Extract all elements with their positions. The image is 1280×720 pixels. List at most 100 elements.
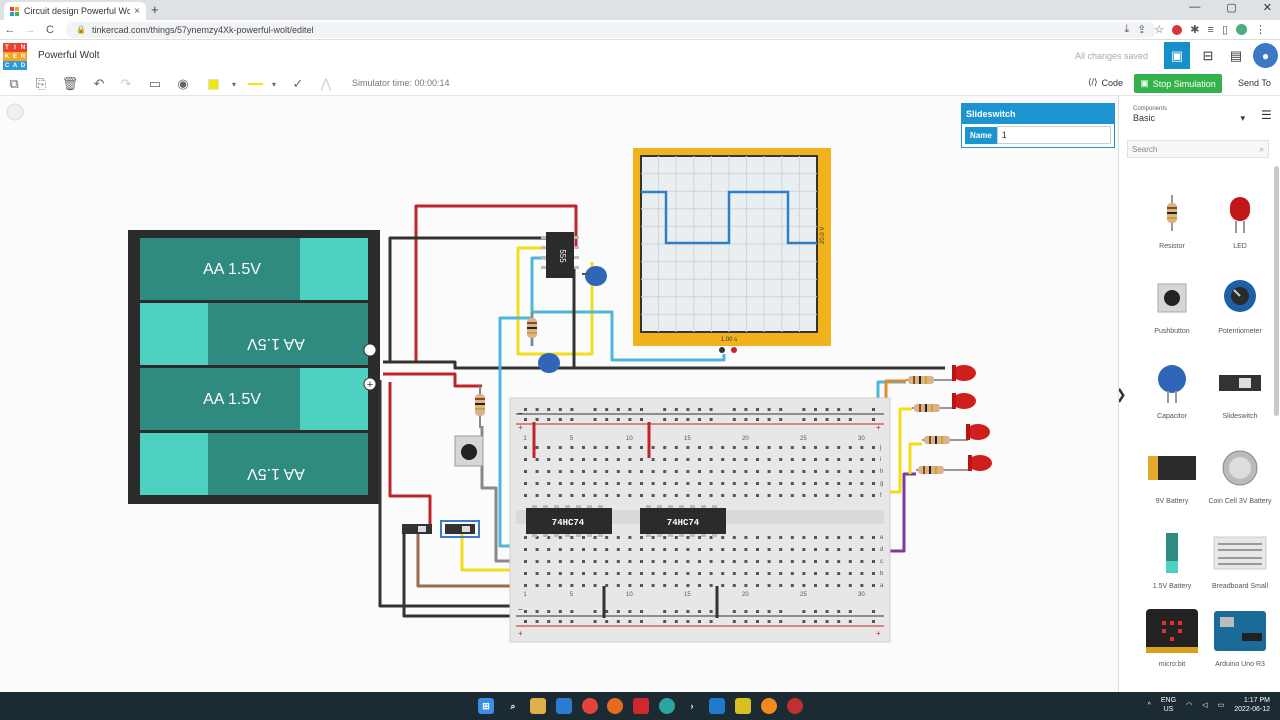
wire-red-switch[interactable] — [388, 382, 432, 524]
led-2[interactable] — [912, 393, 976, 412]
forward-button[interactable]: → — [20, 24, 40, 36]
component-list-button[interactable]: ▤ — [1223, 42, 1249, 69]
slideswitch-1[interactable] — [402, 524, 432, 534]
schematic-view-button[interactable]: ⊟ — [1195, 42, 1221, 69]
name-input[interactable]: 1 — [996, 126, 1111, 144]
zoom-fit-icon[interactable] — [6, 103, 24, 121]
component-pushbutton[interactable]: Pushbutton — [1137, 269, 1207, 336]
component-coin-cell[interactable]: Coin Cell 3V Battery — [1205, 439, 1275, 506]
battery-cell-3[interactable]: AA 1.5V — [140, 368, 368, 430]
list-view-icon[interactable]: ☰ — [1261, 108, 1272, 122]
flipflop-chip-1[interactable]: 74HC74 — [526, 505, 612, 537]
component-battery-aa[interactable]: 1.5V Battery — [1137, 524, 1207, 591]
wire-color-swatch[interactable] — [208, 79, 219, 90]
wifi-icon[interactable]: ◠ — [1186, 701, 1192, 709]
capacitor-1[interactable] — [582, 266, 607, 286]
resistor-pot[interactable] — [475, 386, 485, 428]
project-name[interactable]: Powerful Wolt — [38, 50, 100, 61]
component-potentiometer[interactable]: Potentiometer — [1205, 269, 1275, 336]
reading-list-icon[interactable]: ≡ — [1208, 24, 1214, 36]
language-indicator[interactable]: ENG US — [1161, 696, 1176, 714]
app-camera-icon[interactable] — [787, 698, 803, 714]
stop-simulation-button[interactable]: ▣ Stop Simulation — [1134, 74, 1222, 93]
download-icon[interactable]: ⤓ — [1124, 23, 1129, 36]
maximize-button[interactable]: ▢ — [1226, 1, 1236, 14]
url-field[interactable]: 🔒 tinkercad.com/things/57ynemzy4Xk-power… — [66, 21, 1156, 38]
extensions-puzzle-icon[interactable]: ✱ — [1190, 23, 1199, 36]
wire-black-ground-bus[interactable] — [383, 360, 945, 370]
component-microbit[interactable]: micro:bit — [1137, 602, 1207, 669]
app-yellow-icon[interactable] — [735, 698, 751, 714]
circuit-view-button[interactable]: ▣ — [1164, 42, 1190, 69]
tinkercad-logo[interactable]: TINKERCAD — [3, 43, 27, 70]
tab-close-icon[interactable]: × — [134, 6, 140, 17]
timer-555-chip[interactable]: 555 — [541, 232, 579, 278]
component-led[interactable]: LED — [1205, 184, 1275, 251]
visibility-icon[interactable]: ◉ — [175, 76, 191, 92]
flipflop-chip-2[interactable]: 74HC74 — [640, 505, 726, 537]
user-avatar[interactable]: ● — [1253, 43, 1278, 68]
battery-cell-4[interactable]: AA 1.5V — [140, 433, 368, 495]
clock[interactable]: 1:17 PM 2022-06-12 — [1234, 696, 1270, 714]
component-arduino[interactable]: Arduino Uno R3 — [1205, 602, 1275, 669]
notes-icon[interactable]: ▭ — [147, 76, 163, 92]
category-dropdown[interactable]: Basic ▾ — [1133, 113, 1245, 124]
new-tab-button[interactable]: + — [151, 2, 159, 17]
component-capacitor[interactable]: Capacitor — [1137, 354, 1207, 421]
battery-icon[interactable]: ▭ — [1218, 701, 1225, 709]
firefox-icon[interactable] — [607, 698, 623, 714]
battery-pack[interactable]: AA 1.5V AA 1.5V AA 1.5V AA 1.5V + — [128, 230, 380, 504]
led-3[interactable] — [922, 424, 990, 444]
search-input[interactable]: Search ⌕ — [1127, 140, 1269, 158]
menu-icon[interactable]: ⋮ — [1255, 23, 1266, 36]
pushbutton[interactable] — [454, 435, 484, 467]
component-resistor[interactable]: Resistor — [1137, 184, 1207, 251]
wire-red-positive[interactable] — [383, 372, 482, 388]
start-icon[interactable]: ⊞ — [478, 698, 494, 714]
battery-negative-terminal[interactable] — [363, 343, 377, 357]
wire-dropdown-icon[interactable]: ▾ — [266, 76, 282, 92]
code-button[interactable]: ⟨/⟩ Code — [1088, 77, 1123, 88]
volume-icon[interactable]: ◁ — [1202, 701, 1207, 709]
collapse-panel-icon[interactable]: ❯ — [1119, 386, 1127, 403]
wire-type-swatch[interactable] — [248, 83, 263, 85]
wire-black-555-gnd[interactable] — [388, 236, 546, 361]
blender-icon[interactable] — [761, 698, 777, 714]
oscilloscope[interactable]: 20.0 V 1.00 s — [633, 148, 831, 353]
redo-icon[interactable]: ↷ — [118, 76, 134, 92]
flip-icon[interactable]: ⋀ — [318, 76, 334, 92]
vscode-icon[interactable] — [709, 698, 725, 714]
delete-icon[interactable]: 🗑 — [62, 76, 79, 92]
store-icon[interactable] — [556, 698, 572, 714]
tray-chevron-icon[interactable]: ^ — [1148, 702, 1151, 709]
battery-cell-1[interactable]: AA 1.5V — [140, 238, 368, 300]
edge-icon[interactable] — [659, 698, 675, 714]
reload-button[interactable]: C — [40, 24, 60, 36]
slideswitch-2-selected[interactable] — [440, 520, 480, 538]
component-battery-9v[interactable]: 9V Battery — [1137, 439, 1207, 506]
circuit-canvas[interactable]: AA 1.5V AA 1.5V AA 1.5V AA 1.5V + 20.0 V… — [0, 96, 1118, 692]
copy-icon[interactable]: ⧉ — [6, 76, 22, 92]
color-dropdown-icon[interactable]: ▾ — [226, 76, 242, 92]
undo-icon[interactable]: ↶ — [91, 76, 107, 92]
send-to-button[interactable]: Send To — [1238, 78, 1271, 88]
back-button[interactable]: ← — [0, 24, 20, 36]
browser-tab[interactable]: Circuit design Powerful Wolt | Tin × — [4, 2, 146, 20]
component-breadboard[interactable]: Breadboard Small — [1205, 524, 1275, 591]
app-red-icon[interactable] — [633, 698, 649, 714]
extension-adblock-icon[interactable] — [1172, 24, 1183, 35]
file-explorer-icon[interactable] — [530, 698, 546, 714]
paste-icon[interactable]: ⎘ — [33, 76, 49, 92]
rotate-icon[interactable]: ✓ — [290, 76, 306, 92]
close-window-button[interactable]: ✕ — [1263, 1, 1272, 14]
sidebar-icon[interactable]: ▯ — [1222, 23, 1228, 36]
minimize-button[interactable]: — — [1189, 1, 1200, 14]
share-icon[interactable]: ⇪ — [1137, 23, 1146, 36]
star-icon[interactable]: ☆ — [1154, 23, 1164, 36]
component-slideswitch[interactable]: Slideswitch — [1205, 354, 1275, 421]
led-4[interactable] — [916, 455, 992, 474]
chrome-icon[interactable] — [582, 698, 598, 714]
terminal-icon[interactable]: › — [684, 698, 700, 714]
search-taskbar-icon[interactable]: ⌕ — [505, 698, 521, 714]
battery-cell-2[interactable]: AA 1.5V — [140, 303, 368, 365]
